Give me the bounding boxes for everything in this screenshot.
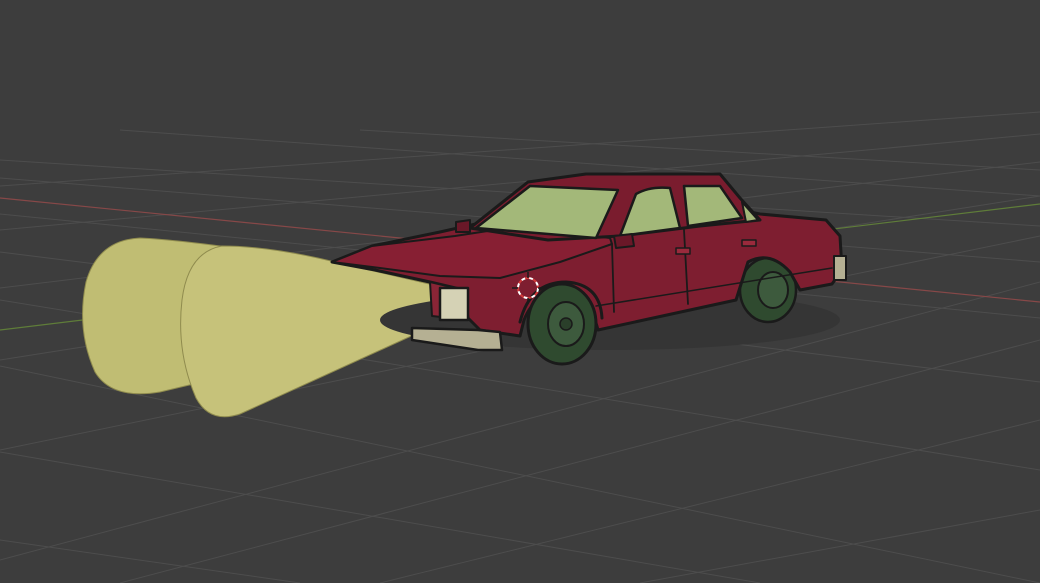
car-door-handle (675, 247, 691, 255)
car-left-mirror (455, 219, 471, 233)
3d-viewport[interactable] (0, 0, 1040, 583)
car-headlight (438, 286, 470, 322)
front-wheel-cap (559, 317, 573, 331)
car-side-mirror (613, 233, 635, 249)
car-door-handle-rear (741, 239, 757, 247)
viewport-canvas[interactable] (0, 0, 1040, 583)
car-rear-bumper (833, 255, 847, 281)
